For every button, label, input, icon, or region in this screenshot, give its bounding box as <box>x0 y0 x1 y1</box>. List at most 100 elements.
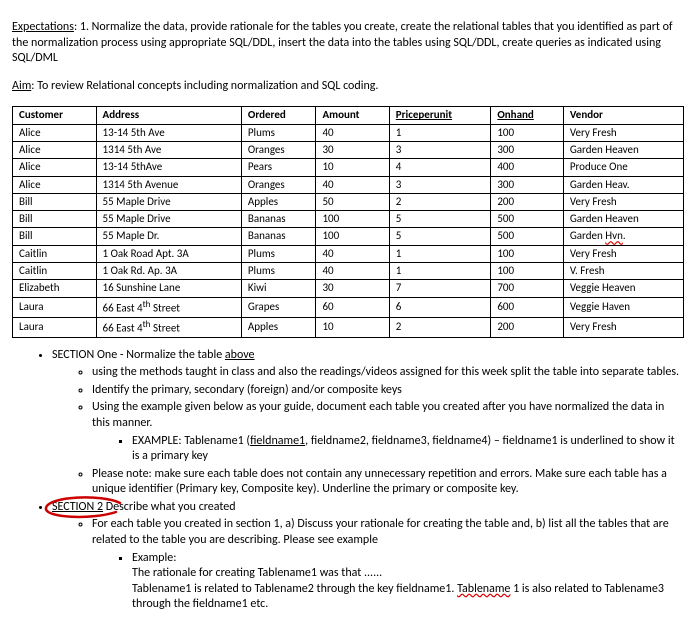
table-row: Alice1314 5th AveOranges303300Garden Hea… <box>13 141 684 158</box>
table-cell: Oranges <box>241 176 316 193</box>
table-cell: 100 <box>491 263 564 280</box>
table-cell: Bill <box>13 193 97 210</box>
table-cell: 60 <box>316 297 389 317</box>
table-cell: 55 Maple Dr. <box>96 228 241 245</box>
table-row: Alice1314 5th AvenueOranges403300Garden … <box>13 176 684 193</box>
table-cell: 1314 5th Avenue <box>96 176 241 193</box>
table-cell: Apples <box>241 317 316 337</box>
table-cell: Oranges <box>241 141 316 158</box>
expectations-label: Expectations <box>12 20 74 34</box>
table-cell: 40 <box>316 176 389 193</box>
table-cell: 55 Maple Drive <box>96 211 241 228</box>
aim-paragraph: Aim: To review Relational concepts inclu… <box>12 79 684 95</box>
table-cell: Garden Heaven <box>563 141 683 158</box>
table-cell: 13-14 5th Ave <box>96 124 241 141</box>
table-cell: Bananas <box>241 211 316 228</box>
section-two-label: SECTION 2 <box>52 500 103 514</box>
section-one-title: SECTION One - Normalize the table <box>52 348 225 362</box>
table-row: Alice13-14 5th AvePlums401100Very Fresh <box>13 124 684 141</box>
table-cell: 2 <box>389 317 491 337</box>
table-cell: Laura <box>13 297 97 317</box>
table-cell: 3 <box>389 176 491 193</box>
table-cell: Alice <box>13 124 97 141</box>
table-cell: 40 <box>316 263 389 280</box>
table-cell: Alice <box>13 176 97 193</box>
table-cell: Grapes <box>241 297 316 317</box>
table-cell: Very Fresh <box>563 245 683 262</box>
table-cell: 300 <box>491 176 564 193</box>
table-cell: 200 <box>491 317 564 337</box>
table-cell: 4 <box>389 159 491 176</box>
table-cell: V. Fresh <box>563 263 683 280</box>
table-cell: 30 <box>316 141 389 158</box>
table-cell: 5 <box>389 228 491 245</box>
table-cell: Bill <box>13 228 97 245</box>
table-cell: 200 <box>491 193 564 210</box>
table-cell: Veggie Haven <box>563 297 683 317</box>
section-two-tail: Describe what you created <box>103 500 236 514</box>
col-header: Vendor <box>563 107 683 124</box>
table-row: Laura66 East 4th StreetGrapes606600Veggi… <box>13 297 684 317</box>
table-cell: 500 <box>491 228 564 245</box>
expectations-text: : 1. Normalize the data, provide rationa… <box>12 20 673 65</box>
table-cell: Produce One <box>563 159 683 176</box>
table-cell: 55 Maple Drive <box>96 193 241 210</box>
expectations-paragraph: Expectations: 1. Normalize the data, pro… <box>12 20 684 67</box>
section-one-title-above: above <box>225 348 255 362</box>
aim-text: : To review Relational concepts includin… <box>31 79 378 93</box>
table-cell: 40 <box>316 124 389 141</box>
table-cell: Garden Heav. <box>563 176 683 193</box>
table-cell: Caitlin <box>13 245 97 262</box>
table-cell: 100 <box>491 245 564 262</box>
table-cell: Very Fresh <box>563 193 683 210</box>
table-cell: 10 <box>316 317 389 337</box>
table-cell: Plums <box>241 124 316 141</box>
table-row: Caitlin1 Oak Rd. Ap. 3APlums401100V. Fre… <box>13 263 684 280</box>
sec1-example: EXAMPLE: Tablename1 (fieldname1, fieldna… <box>132 434 684 465</box>
table-cell: 13-14 5thAve <box>96 159 241 176</box>
table-cell: Apples <box>241 193 316 210</box>
data-table: CustomerAddressOrderedAmountPriceperunit… <box>12 106 684 337</box>
table-cell: 1 <box>389 263 491 280</box>
table-cell: Garden Hvn. <box>563 228 683 245</box>
table-cell: 600 <box>491 297 564 317</box>
table-cell: 2 <box>389 193 491 210</box>
col-header: Address <box>96 107 241 124</box>
table-cell: Alice <box>13 141 97 158</box>
table-cell: 1 Oak Rd. Ap. 3A <box>96 263 241 280</box>
table-row: Caitlin1 Oak Road Apt. 3APlums401100Very… <box>13 245 684 262</box>
table-cell: 16 Sunshine Lane <box>96 280 241 297</box>
table-cell: Veggie Heaven <box>563 280 683 297</box>
table-row: Bill55 Maple DriveBananas1005500Garden H… <box>13 211 684 228</box>
col-header: Customer <box>13 107 97 124</box>
table-cell: 100 <box>316 228 389 245</box>
table-cell: 5 <box>389 211 491 228</box>
col-header: Amount <box>316 107 389 124</box>
table-row: Alice13-14 5thAvePears104400Produce One <box>13 159 684 176</box>
table-row: Bill55 Maple Dr.Bananas1005500Garden Hvn… <box>13 228 684 245</box>
table-row: Bill55 Maple DriveApples502200Very Fresh <box>13 193 684 210</box>
table-cell: 10 <box>316 159 389 176</box>
col-header: Onhand <box>491 107 564 124</box>
section-two-heading: SECTION 2 Describe what you created For … <box>52 500 684 613</box>
table-cell: 1 Oak Road Apt. 3A <box>96 245 241 262</box>
sec1-bullet-4: Please note: make sure each table does n… <box>92 467 684 498</box>
table-cell: Garden Heaven <box>563 211 683 228</box>
table-cell: 40 <box>316 245 389 262</box>
table-cell: Elizabeth <box>13 280 97 297</box>
table-cell: Pears <box>241 159 316 176</box>
table-cell: 500 <box>491 211 564 228</box>
table-cell: 3 <box>389 141 491 158</box>
table-cell: 1 <box>389 245 491 262</box>
table-cell: Bananas <box>241 228 316 245</box>
table-cell: Plums <box>241 263 316 280</box>
table-cell: 100 <box>491 124 564 141</box>
aim-label: Aim <box>12 79 31 93</box>
section-one-heading: SECTION One - Normalize the table above … <box>52 348 684 498</box>
table-cell: Very Fresh <box>563 317 683 337</box>
table-row: Laura66 East 4th StreetApples102200Very … <box>13 317 684 337</box>
table-cell: 1 <box>389 124 491 141</box>
table-cell: 300 <box>491 141 564 158</box>
table-cell: 1314 5th Ave <box>96 141 241 158</box>
sec1-bullet-3: Using the example given below as your gu… <box>92 400 684 464</box>
